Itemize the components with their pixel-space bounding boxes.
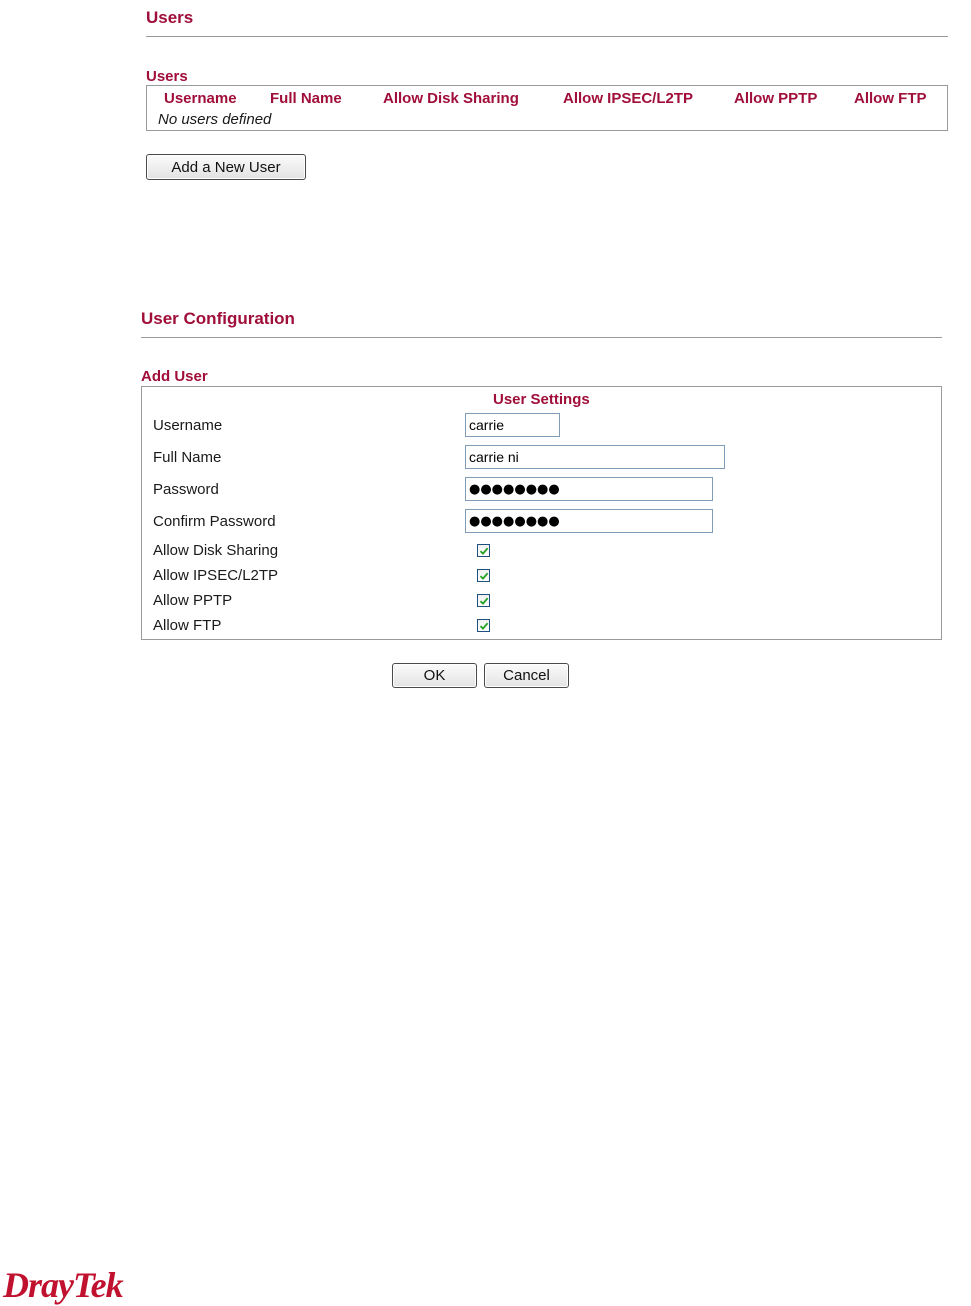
full-name-input[interactable]: [465, 445, 725, 469]
users-table: Username Full Name Allow Disk Sharing Al…: [146, 85, 948, 131]
column-header-allow-pptp: Allow PPTP: [734, 90, 818, 107]
username-label: Username: [153, 417, 223, 434]
ok-button[interactable]: OK: [392, 663, 477, 688]
users-table-caption: Users: [146, 68, 188, 85]
allow-pptp-checkbox[interactable]: [477, 594, 490, 607]
full-name-label: Full Name: [153, 449, 222, 466]
confirm-password-label: Confirm Password: [153, 513, 276, 530]
allow-ftp-label: Allow FTP: [153, 617, 222, 634]
allow-ipsec-l2tp-checkbox[interactable]: [477, 569, 490, 582]
add-new-user-button[interactable]: Add a New User: [146, 154, 306, 180]
column-header-allow-ftp: Allow FTP: [854, 90, 927, 107]
allow-pptp-label: Allow PPTP: [153, 592, 233, 609]
no-users-message: No users defined: [158, 111, 272, 128]
add-user-caption: Add User: [141, 368, 208, 385]
column-header-allow-ipsec-l2tp: Allow IPSEC/L2TP: [563, 90, 694, 107]
allow-disk-sharing-label: Allow Disk Sharing: [153, 542, 279, 559]
allow-disk-sharing-checkbox[interactable]: [477, 544, 490, 557]
users-section-title: Users: [146, 8, 194, 27]
column-header-full-name: Full Name: [270, 90, 342, 107]
cancel-button[interactable]: Cancel: [484, 663, 569, 688]
confirm-password-input[interactable]: [465, 509, 713, 533]
user-settings-header: User Settings: [493, 391, 590, 408]
column-header-username: Username: [164, 90, 237, 107]
users-title-divider: [146, 36, 948, 37]
password-label: Password: [153, 481, 219, 498]
draytek-logo: DrayTek: [3, 1265, 124, 1305]
username-input[interactable]: [465, 413, 560, 437]
checkmark-icon: [479, 572, 489, 580]
password-input[interactable]: [465, 477, 713, 501]
checkmark-icon: [479, 547, 489, 555]
allow-ipsec-l2tp-label: Allow IPSEC/L2TP: [153, 567, 279, 584]
checkmark-icon: [479, 622, 489, 630]
config-title-divider: [141, 337, 942, 338]
checkmark-icon: [479, 597, 489, 605]
column-header-allow-disk-sharing: Allow Disk Sharing: [383, 90, 519, 107]
add-user-form: User Settings Username Full Name Passwor…: [141, 386, 942, 640]
user-configuration-title: User Configuration: [141, 309, 295, 328]
allow-ftp-checkbox[interactable]: [477, 619, 490, 632]
